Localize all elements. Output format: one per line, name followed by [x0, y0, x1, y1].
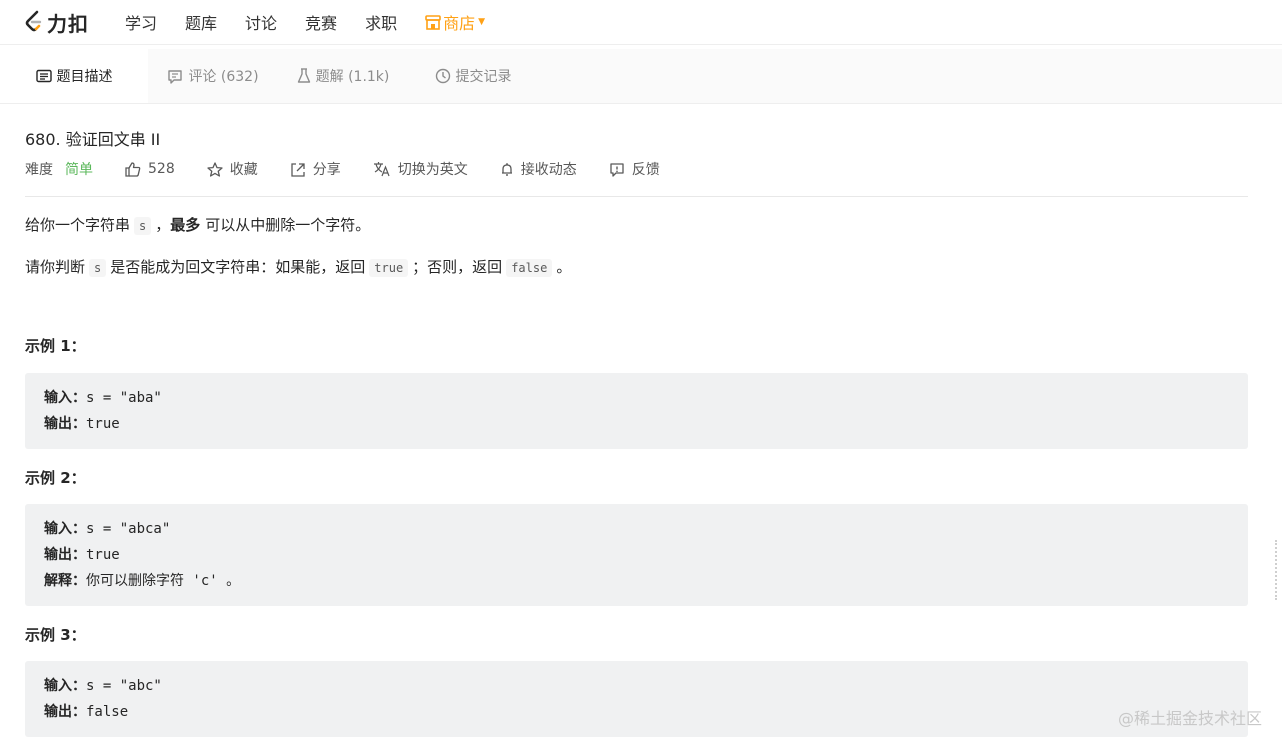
example-text: false: [86, 704, 129, 720]
problem-title: 680. 验证回文串 II: [25, 130, 161, 149]
example-line: 输入：s = "abca": [44, 516, 1229, 542]
favorite-button[interactable]: 收藏: [207, 159, 258, 179]
example-label: 输入：: [44, 521, 86, 537]
nav-learn[interactable]: 学习: [125, 10, 157, 34]
tab-comments-label: 评论 (632): [188, 69, 259, 85]
nav-store-label: 商店: [443, 14, 476, 33]
example-line: 输入：s = "abc": [44, 673, 1229, 699]
example-text: true: [86, 547, 120, 563]
text-span: ；否则，返回: [412, 258, 503, 276]
example-line: 解释：你可以删除字符 'c' 。: [44, 568, 1229, 594]
tab-submissions[interactable]: 提交记录: [408, 49, 538, 103]
example-text: s = "abc": [86, 678, 162, 694]
problem-content: 680. 验证回文串 II 难度 简单 528 收藏 分享 切换为英文 接收动态…: [0, 126, 1282, 737]
tab-solutions[interactable]: 题解 (1.1k): [278, 49, 408, 103]
nav-problemset[interactable]: 题库: [185, 10, 217, 34]
favorite-label: 收藏: [229, 162, 258, 178]
like-count: 528: [148, 161, 175, 177]
nav-contest[interactable]: 竞赛: [305, 10, 337, 34]
switch-language-button[interactable]: 切换为英文: [373, 159, 468, 179]
inline-code: s: [89, 259, 107, 277]
text-span: ，: [155, 216, 171, 234]
inline-code: true: [369, 259, 409, 277]
example-line: 输出：false: [44, 699, 1229, 725]
example-label: 解释：: [44, 573, 86, 589]
star-icon: [207, 161, 223, 177]
text-span: 请你判断: [25, 258, 86, 276]
example-1-block: 输入：s = "aba" 输出：true: [25, 373, 1248, 449]
tab-comments[interactable]: 评论 (632): [148, 49, 278, 103]
example-label: 输入：: [44, 390, 86, 406]
problem-description: 给你一个字符串 s ，最多 可以从中删除一个字符。 请你判断 s 是否能成为回文字符串：如…: [25, 214, 1248, 279]
text-span: 可以从中删除一个字符。: [205, 216, 371, 234]
subscribe-button[interactable]: 接收动态: [500, 159, 577, 179]
feedback-icon: [610, 162, 624, 177]
example-2-block: 输入：s = "abca" 输出：true 解释：你可以删除字符 'c' 。: [25, 504, 1248, 606]
example-line: 输出：true: [44, 542, 1229, 568]
example-label: 输出：: [44, 704, 86, 720]
example-label: 输出：: [44, 416, 86, 432]
bell-icon: [501, 162, 512, 176]
bold-text: 最多: [170, 216, 201, 234]
top-navbar: 力扣 学习 题库 讨论 竞赛 求职 商店 ▼: [0, 0, 1282, 45]
difficulty-label: 难度: [25, 162, 53, 178]
inline-code: false: [506, 259, 553, 277]
inline-code: s: [134, 217, 152, 235]
description-paragraph-1: 给你一个字符串 s ，最多 可以从中删除一个字符。: [25, 214, 1248, 237]
leetcode-logo[interactable]: 力扣: [24, 8, 89, 37]
scrollbar-handle[interactable]: [1275, 540, 1280, 600]
tab-solutions-label: 题解 (1.1k): [315, 69, 390, 85]
description-icon: [35, 69, 52, 83]
tab-description-label: 题目描述: [56, 69, 113, 85]
description-paragraph-2: 请你判断 s 是否能成为回文字符串：如果能，返回 true ；否则，返回 false。: [25, 256, 1248, 279]
example-3-block: 输入：s = "abc" 输出：false: [25, 661, 1248, 737]
logo-text: 力扣: [47, 11, 89, 36]
chevron-down-icon: ▼: [478, 17, 486, 27]
problem-meta-bar: 难度 简单 528 收藏 分享 切换为英文 接收动态 反馈: [25, 158, 1248, 197]
watermark: @稀土掘金技术社区: [1117, 709, 1262, 728]
tab-submissions-label: 提交记录: [455, 69, 512, 85]
text-span: 是否能成为回文字符串：如果能，返回: [110, 258, 366, 276]
nav-store[interactable]: 商店 ▼: [425, 10, 485, 34]
share-icon: [291, 162, 305, 177]
store-icon: [425, 14, 441, 30]
flask-icon: [297, 68, 310, 83]
example-line: 输出：true: [44, 411, 1229, 437]
example-1-title: 示例 1：: [25, 337, 86, 355]
text-span: 。: [556, 258, 572, 276]
example-text: true: [86, 416, 120, 432]
like-button[interactable]: 528: [125, 161, 175, 177]
nav-jobs[interactable]: 求职: [365, 10, 397, 34]
comment-icon: [168, 69, 183, 84]
tab-description[interactable]: 题目描述: [0, 49, 148, 103]
difficulty-badge: 简单: [65, 162, 93, 178]
example-label: 输入：: [44, 678, 86, 694]
example-line: 输入：s = "aba": [44, 385, 1229, 411]
example-text: s = "aba": [86, 390, 162, 406]
clock-icon: [435, 68, 450, 84]
feedback-label: 反馈: [631, 162, 660, 178]
switch-language-label: 切换为英文: [397, 162, 468, 178]
translate-icon: [373, 162, 390, 177]
example-label: 输出：: [44, 547, 86, 563]
example-2-title: 示例 2：: [25, 469, 86, 487]
share-label: 分享: [312, 162, 341, 178]
nav-discuss[interactable]: 讨论: [245, 10, 277, 34]
subscribe-label: 接收动态: [520, 162, 577, 178]
example-text: 你可以删除字符 'c' 。: [86, 573, 241, 589]
text-span: 给你一个字符串: [25, 216, 131, 234]
feedback-button[interactable]: 反馈: [609, 159, 660, 179]
leetcode-logo-icon: [25, 10, 42, 32]
example-text: s = "abca": [86, 521, 171, 537]
example-3-title: 示例 3：: [25, 626, 86, 644]
thumbs-up-icon: [125, 161, 141, 177]
problem-tabs: 题目描述 评论 (632) 题解 (1.1k) 提交记录: [0, 49, 1282, 104]
share-button[interactable]: 分享: [290, 159, 341, 179]
